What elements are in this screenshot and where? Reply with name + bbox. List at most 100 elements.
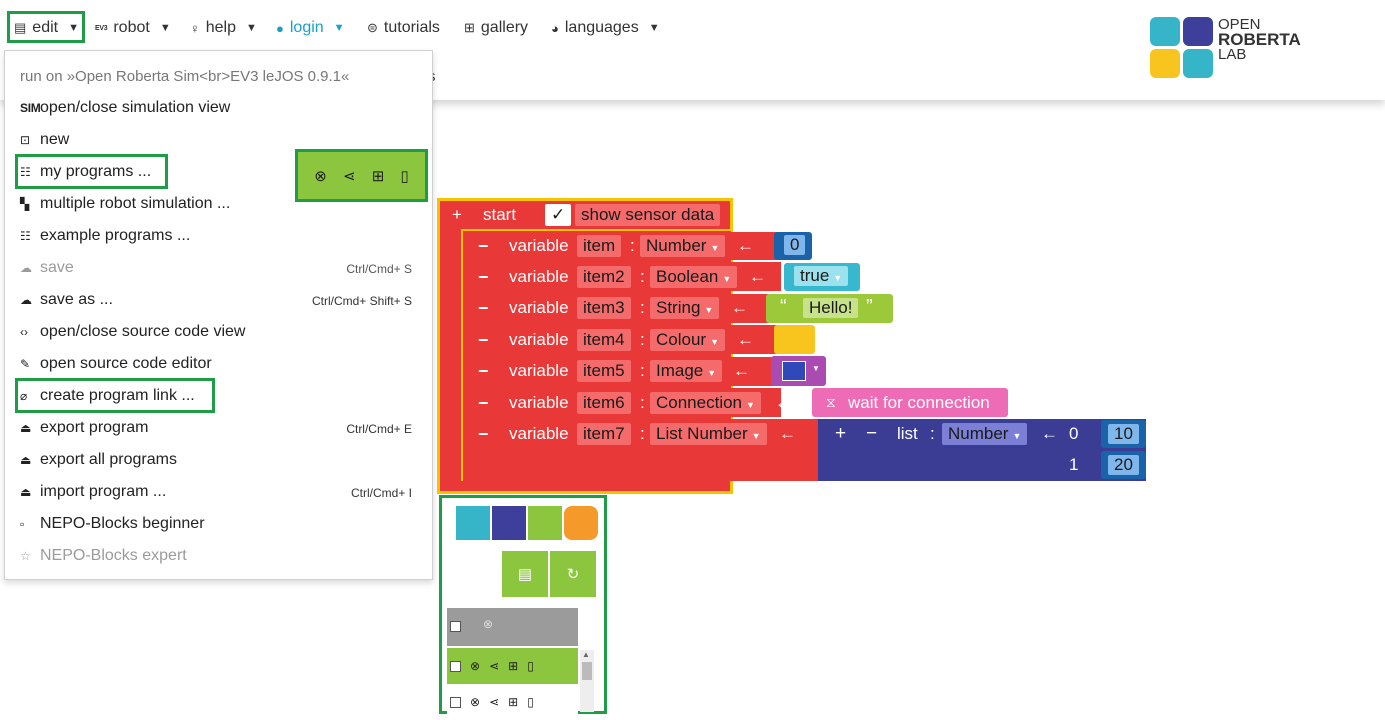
logo-square	[1150, 17, 1180, 46]
delete-icon[interactable]: ⊗	[470, 695, 480, 709]
type-dropdown[interactable]: Connection ▼	[650, 392, 761, 414]
ev3-icon: EV3	[95, 24, 108, 32]
menu-save-as[interactable]: ☁ save as ...	[20, 288, 113, 312]
variable-name[interactable]: item7	[577, 423, 631, 445]
menu-nepo-expert[interactable]: ☆ NEPO-Blocks expert	[20, 544, 187, 568]
type-dropdown[interactable]: String ▼	[650, 297, 720, 319]
sensor-checkbox[interactable]: ✓	[545, 204, 572, 226]
list-icon: ☷	[20, 229, 31, 243]
remove-variable-icon[interactable]: −	[478, 330, 489, 351]
number-value[interactable]: 0	[784, 235, 806, 255]
start-plus-icon[interactable]: +	[452, 205, 462, 225]
menu-label: multiple robot simulation ...	[40, 195, 231, 212]
list-value-0[interactable]: 10	[1108, 424, 1139, 444]
nav-robot[interactable]: EV3 robot ▼	[95, 17, 171, 39]
menu-open-close-source[interactable]: ‹› open/close source code view	[20, 320, 245, 344]
remove-variable-icon[interactable]: −	[478, 236, 489, 257]
type-dropdown[interactable]: Number ▼	[640, 235, 726, 257]
boolean-dropdown[interactable]: true ▼	[794, 266, 849, 286]
quote-close: ”	[866, 296, 873, 318]
nav-help-label: help	[205, 19, 236, 36]
scroll-thumb[interactable]	[582, 662, 592, 680]
row-checkbox[interactable]	[450, 696, 461, 708]
program-row[interactable]: ⊗ ⋖ ⊞ ▯	[447, 684, 578, 720]
edit-dropdown-menu: run on »Open Roberta Sim<br>EV3 leJOS 0.…	[4, 50, 433, 580]
delete-icon[interactable]: ⊗	[483, 617, 493, 631]
gallery-grid-icon[interactable]: ⊞	[508, 659, 518, 673]
remove-variable-icon[interactable]: −	[478, 361, 489, 382]
list-remove-icon[interactable]: −	[866, 423, 877, 445]
export-shortcut: Ctrl/Cmd+ E	[346, 422, 412, 436]
menu-save: ☁ save	[20, 256, 74, 280]
remove-variable-icon[interactable]: −	[478, 267, 489, 288]
remove-variable-icon[interactable]: −	[478, 393, 489, 414]
gallery-grid-icon[interactable]: ⊞	[372, 167, 385, 185]
colour-value-block[interactable]	[774, 325, 815, 354]
logo-line-3: LAB	[1218, 46, 1247, 63]
scroll-up-icon[interactable]: ▲	[582, 650, 590, 659]
start-label: start	[483, 205, 517, 224]
menu-export-program[interactable]: ⏏ export program	[20, 416, 149, 440]
quote-open: “	[780, 296, 787, 318]
variable-name[interactable]: item2	[577, 266, 631, 288]
nav-help[interactable]: ♀ help ▼	[190, 17, 257, 39]
gallery-grid-icon[interactable]: ⊞	[508, 695, 518, 709]
string-value[interactable]: Hello!	[803, 298, 859, 318]
menu-new[interactable]: ⊡ new	[20, 128, 69, 152]
type-dropdown[interactable]: Image ▼	[650, 360, 723, 382]
program-row[interactable]: ⊗ ⋖ ⊞ ▯	[447, 648, 578, 684]
file-icon[interactable]: ▯	[527, 695, 534, 709]
share-icon[interactable]: ⋖	[343, 167, 356, 185]
nav-gallery[interactable]: ⊞ gallery	[464, 17, 528, 39]
variable-name[interactable]: item	[577, 235, 622, 257]
program-list-button[interactable]: ▤	[502, 551, 548, 597]
list-add-icon[interactable]: +	[835, 423, 846, 445]
caret-down-icon: ▼	[751, 431, 761, 441]
nav-languages[interactable]: ◕ languages ▼	[551, 17, 660, 39]
list-index-0: 0	[1069, 424, 1079, 443]
remove-variable-icon[interactable]: −	[478, 424, 489, 445]
type-label: Image	[656, 361, 704, 380]
nepo-logo-p	[528, 506, 562, 540]
sim-icon: SIM	[20, 101, 41, 115]
run-on-label: run on »Open Roberta Sim<br>EV3 leJOS 0.…	[20, 67, 350, 85]
file-icon[interactable]: ▯	[527, 659, 534, 673]
assign-arrow: ←	[737, 330, 754, 349]
type-dropdown[interactable]: Colour ▼	[650, 329, 726, 351]
menu-export-all[interactable]: ⏏ export all programs	[20, 448, 177, 472]
remove-variable-icon[interactable]: −	[478, 298, 489, 319]
variable-name[interactable]: item6	[577, 392, 631, 414]
variable-name[interactable]: item3	[577, 297, 631, 319]
variable-label: variable	[509, 393, 569, 412]
table-scrollbar[interactable]: ▲	[580, 650, 594, 712]
list-value-1[interactable]: 20	[1108, 455, 1139, 475]
nav-login[interactable]: ● login ▼	[276, 17, 345, 39]
share-icon[interactable]: ⋖	[489, 659, 499, 673]
delete-icon[interactable]: ⊗	[470, 659, 480, 673]
variable-name[interactable]: item4	[577, 329, 631, 351]
row-checkbox[interactable]	[450, 660, 461, 672]
menu-multiple-robot[interactable]: ▚ multiple robot simulation ...	[20, 192, 230, 216]
save-as-shortcut: Ctrl/Cmd+ Shift+ S	[311, 294, 412, 308]
type-dropdown[interactable]: Boolean ▼	[650, 266, 738, 288]
colon: :	[640, 298, 645, 317]
variable-name[interactable]: item5	[577, 360, 631, 382]
refresh-button[interactable]: ↻	[550, 551, 596, 597]
highlight-my-programs	[15, 154, 168, 189]
type-dropdown[interactable]: List Number ▼	[650, 423, 767, 445]
nav-tutorials[interactable]: ⊜ tutorials	[367, 17, 440, 39]
type-label: Number	[646, 236, 707, 255]
delete-icon[interactable]: ⊗	[314, 167, 327, 185]
share-icon[interactable]: ⋖	[489, 695, 499, 709]
menu-import-program[interactable]: ⏏ import program ...	[20, 480, 166, 504]
assign-arrow: ←	[733, 361, 750, 380]
menu-open-source-editor[interactable]: ✎ open source code editor	[20, 352, 212, 376]
image-grid-icon[interactable]	[782, 361, 806, 381]
list-type-dropdown[interactable]: Number ▼	[942, 423, 1028, 445]
select-all-checkbox[interactable]	[450, 621, 461, 632]
menu-nepo-beginner[interactable]: ▫ NEPO-Blocks beginner	[20, 512, 205, 536]
file-icon[interactable]: ▯	[400, 167, 408, 185]
menu-label: open/close source code view	[40, 323, 246, 340]
menu-open-close-sim[interactable]: SIM open/close simulation view	[20, 96, 230, 120]
menu-example-programs[interactable]: ☷ example programs ...	[20, 224, 190, 248]
